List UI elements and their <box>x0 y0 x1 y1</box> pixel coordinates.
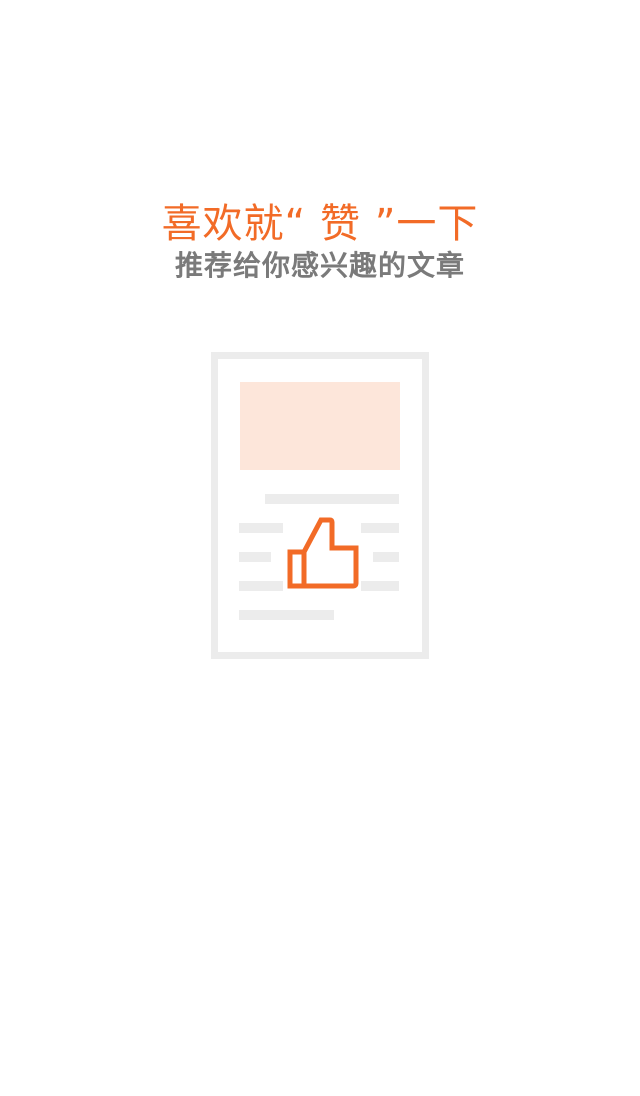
article-text-line <box>361 581 399 591</box>
article-text-line <box>239 581 283 591</box>
empty-state-subtitle: 推荐给你感兴趣的文章 <box>174 249 465 282</box>
article-text-line <box>265 494 399 504</box>
article-text-line <box>239 523 283 533</box>
empty-state-headline: 喜欢就“ 赞 ”一下 <box>161 201 479 247</box>
article-thumbs-up-icon <box>211 352 429 659</box>
article-text-line <box>373 552 399 562</box>
article-text-line <box>361 523 399 533</box>
article-image-placeholder <box>240 382 400 470</box>
article-text-line <box>239 610 334 620</box>
empty-state-screen: 喜欢就“ 赞 ”一下 推荐给你感兴趣的文章 <box>0 0 640 1096</box>
article-text-line <box>239 552 271 562</box>
